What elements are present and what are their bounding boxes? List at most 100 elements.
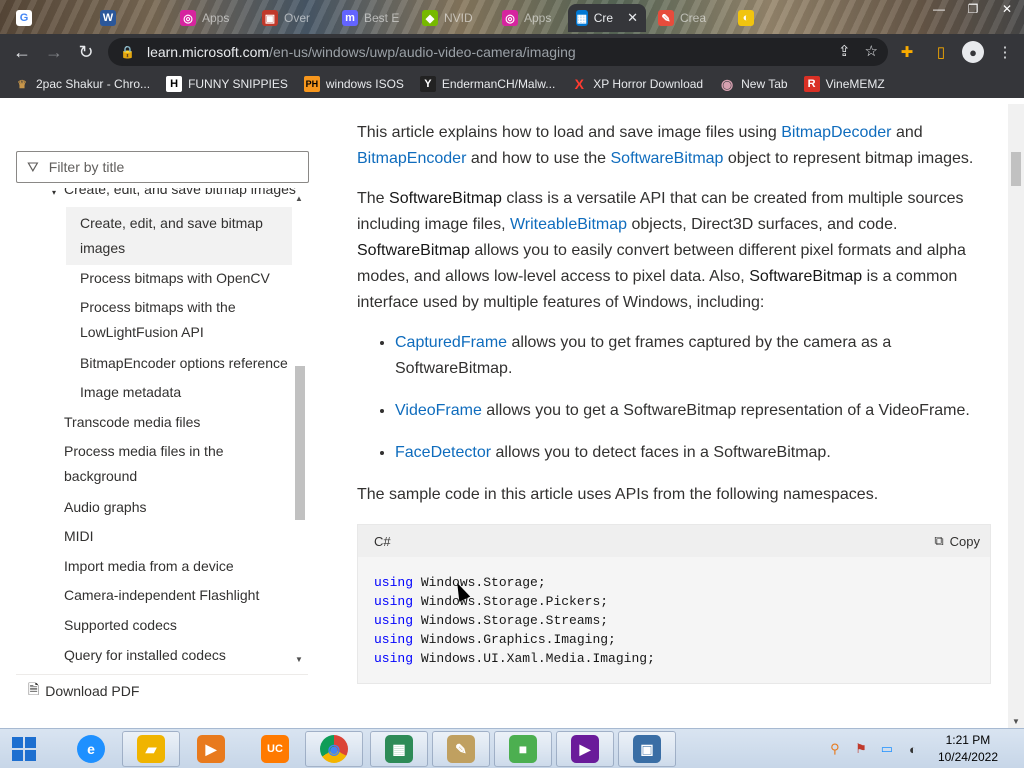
tab-over[interactable]: ▣ Over — [254, 4, 318, 32]
circle-icon: ◐ — [738, 10, 754, 26]
toc-item-process-background[interactable]: Process media files in the background — [64, 439, 224, 489]
softwarebitmap-link[interactable]: SoftwareBitmap — [611, 150, 724, 167]
lock-icon[interactable]: 🔒 — [120, 45, 135, 59]
bookmark-label: FUNNY SNIPPIES — [188, 77, 288, 91]
tab-apps-2[interactable]: ◎ Apps — [494, 4, 559, 32]
toc-item-lowlightfusion[interactable]: Process bitmaps with the LowLightFusion A… — [80, 295, 236, 345]
taskbar-explorer[interactable]: ▰ — [122, 731, 180, 767]
bookmark-windows-isos[interactable]: PH windows ISOS — [303, 76, 404, 92]
taskbar-ie[interactable]: e — [62, 731, 120, 767]
code-body[interactable]: using Windows.Storage; using Windows.Sto… — [358, 557, 990, 684]
filter-input[interactable] — [48, 159, 289, 175]
taskbar-app10[interactable]: ▣ — [618, 731, 676, 767]
scroll-down-icon[interactable]: ▼ — [1012, 717, 1020, 726]
tab-word[interactable]: W — [92, 4, 124, 32]
text: objects, Direct3D surfaces, and code. — [627, 216, 898, 233]
extensions-icon[interactable]: ✚ — [894, 38, 920, 66]
video-app-icon: ▶ — [571, 735, 599, 763]
address-bar[interactable]: 🔒 learn.microsoft.com/en-us/windows/uwp/… — [108, 38, 888, 66]
tab-crea[interactable]: ✎ Crea — [650, 4, 714, 32]
taskbar-app9[interactable]: ▶ — [556, 731, 614, 767]
clock[interactable]: 1:21 PM 10/24/2022 — [938, 732, 998, 766]
minimize-icon[interactable]: — — [922, 0, 956, 18]
bookmark-new-tab[interactable]: ◉ New Tab — [719, 76, 788, 92]
taskbar-app6[interactable]: ▦ — [370, 731, 428, 767]
close-tab-icon[interactable]: ✕ — [627, 10, 638, 26]
maximize-icon[interactable]: ❐ — [956, 0, 990, 18]
menu-dots-icon[interactable]: ⋮ — [992, 38, 1018, 66]
bookmark-endermanch[interactable]: Y EndermanCH/Malw... — [419, 76, 555, 92]
toc-item-audio-graphs[interactable]: Audio graphs — [64, 495, 147, 520]
code-keyword: using — [374, 613, 414, 628]
toc-item-midi[interactable]: MIDI — [64, 524, 94, 549]
code-line: using Windows.Graphics.Imaging; — [374, 630, 974, 649]
toc-item-opencv[interactable]: Process bitmaps with OpenCV — [80, 266, 270, 291]
filter-box[interactable]: ⛛ — [16, 151, 309, 183]
bookmark-funny-snippies[interactable]: H FUNNY SNIPPIES — [166, 76, 288, 92]
scroll-down-icon[interactable]: ▼ — [295, 655, 303, 664]
code-text: Windows.Graphics.Imaging; — [420, 632, 616, 647]
mastodon-icon: m — [342, 10, 358, 26]
url-text[interactable]: learn.microsoft.com/en-us/windows/uwp/au… — [147, 44, 576, 60]
taskbar-minecraft[interactable]: ■ — [494, 731, 552, 767]
taskbar-uc[interactable]: UC — [246, 731, 304, 767]
page-scrollbar[interactable]: ▼ — [1008, 104, 1024, 728]
copy-button[interactable]: ⧉ Copy — [934, 533, 980, 549]
bookmark-2pac[interactable]: ♛ 2pac Shakur - Chro... — [14, 76, 150, 92]
page-scroll-thumb[interactable] — [1011, 152, 1021, 186]
tab-apps[interactable]: ◎ Apps — [172, 4, 237, 32]
toc-item-flashlight[interactable]: Camera-independent Flashlight — [64, 583, 259, 608]
tab-active[interactable]: ▦ Cre ✕ — [568, 4, 646, 32]
toc-scrollbar[interactable]: ▲ ▼ — [292, 188, 308, 668]
search-icon[interactable]: ⚲ — [826, 741, 844, 757]
sidepanel-icon[interactable]: ▯ — [928, 38, 954, 66]
start-button-icon[interactable] — [12, 737, 38, 763]
filter-icon: ⛛ — [27, 158, 39, 175]
bookmark-xp-horror[interactable]: X XP Horror Download — [571, 76, 704, 92]
back-arrow-icon[interactable]: ← — [6, 36, 38, 68]
flag-icon[interactable]: ⚑ — [852, 741, 870, 757]
volume-icon[interactable]: ◐ — [904, 742, 922, 757]
facedetector-link[interactable]: FaceDetector — [395, 444, 491, 461]
tab-google[interactable]: G — [8, 4, 40, 32]
tab-label: Crea — [680, 11, 707, 25]
download-pdf-link[interactable]: 🗎 Download PDF — [16, 674, 308, 706]
profile-avatar-icon[interactable]: ● — [962, 41, 984, 63]
instagram-icon: ◎ — [180, 10, 196, 26]
tab-nvidia[interactable]: ◆ NVID — [414, 4, 481, 32]
bookmark-vinememz[interactable]: R VineMEMZ — [803, 76, 885, 92]
tab-best[interactable]: m Best E — [334, 4, 407, 32]
toc-item-query-codecs[interactable]: Query for installed codecs — [64, 643, 226, 668]
ph-icon: PH — [303, 76, 320, 92]
toc-item-create-edit-save-parent[interactable]: Create, edit, and save bitmap images — [64, 188, 296, 202]
bitmapencoder-link[interactable]: BitmapEncoder — [357, 150, 466, 167]
toc-item-transcode[interactable]: Transcode media files — [64, 410, 200, 435]
reload-icon[interactable]: ↻ — [70, 36, 102, 68]
toc-item-import-media[interactable]: Import media from a device — [64, 554, 234, 579]
copy-label: Copy — [949, 533, 980, 549]
star-icon[interactable]: ☆ — [865, 42, 878, 60]
videoframe-link[interactable]: VideoFrame — [395, 402, 482, 419]
close-window-icon[interactable]: ✕ — [990, 0, 1024, 18]
forward-arrow-icon[interactable]: → — [38, 36, 70, 68]
taskbar-chrome[interactable]: ◉ — [305, 731, 363, 767]
toc-item-supported-codecs[interactable]: Supported codecs — [64, 613, 177, 638]
toc-item-bitmapencoder-options[interactable]: BitmapEncoder options reference — [80, 351, 288, 376]
text: This article explains how to load and sa… — [357, 124, 782, 141]
writeablebitmap-link[interactable]: WriteableBitmap — [510, 216, 627, 233]
tab-label: Best E — [364, 11, 400, 25]
network-icon[interactable]: ▭ — [878, 741, 896, 757]
caret-down-icon[interactable]: ▾ — [52, 188, 56, 197]
toc-item-image-metadata[interactable]: Image metadata — [80, 380, 181, 405]
list-item: CapturedFrame allows you to get frames c… — [395, 330, 987, 382]
tab-misc[interactable]: ◐ — [730, 4, 762, 32]
taskbar-media[interactable]: ▶ — [182, 731, 240, 767]
share-icon[interactable]: ⇪ — [838, 42, 851, 60]
bitmapdecoder-link[interactable]: BitmapDecoder — [781, 124, 891, 141]
taskbar-paint[interactable]: ✎ — [432, 731, 490, 767]
toc-item-create-edit-save-selected[interactable]: Create, edit, and save bitmap images — [66, 207, 292, 265]
capturedframe-link[interactable]: CapturedFrame — [395, 334, 507, 351]
tab-strip: G W ◎ Apps ▣ Over m Best E ◆ NVID ◎ Apps ▦ Cre… — [0, 0, 1024, 34]
scroll-up-icon[interactable]: ▲ — [295, 194, 303, 203]
toc-scroll-thumb[interactable] — [295, 366, 305, 520]
